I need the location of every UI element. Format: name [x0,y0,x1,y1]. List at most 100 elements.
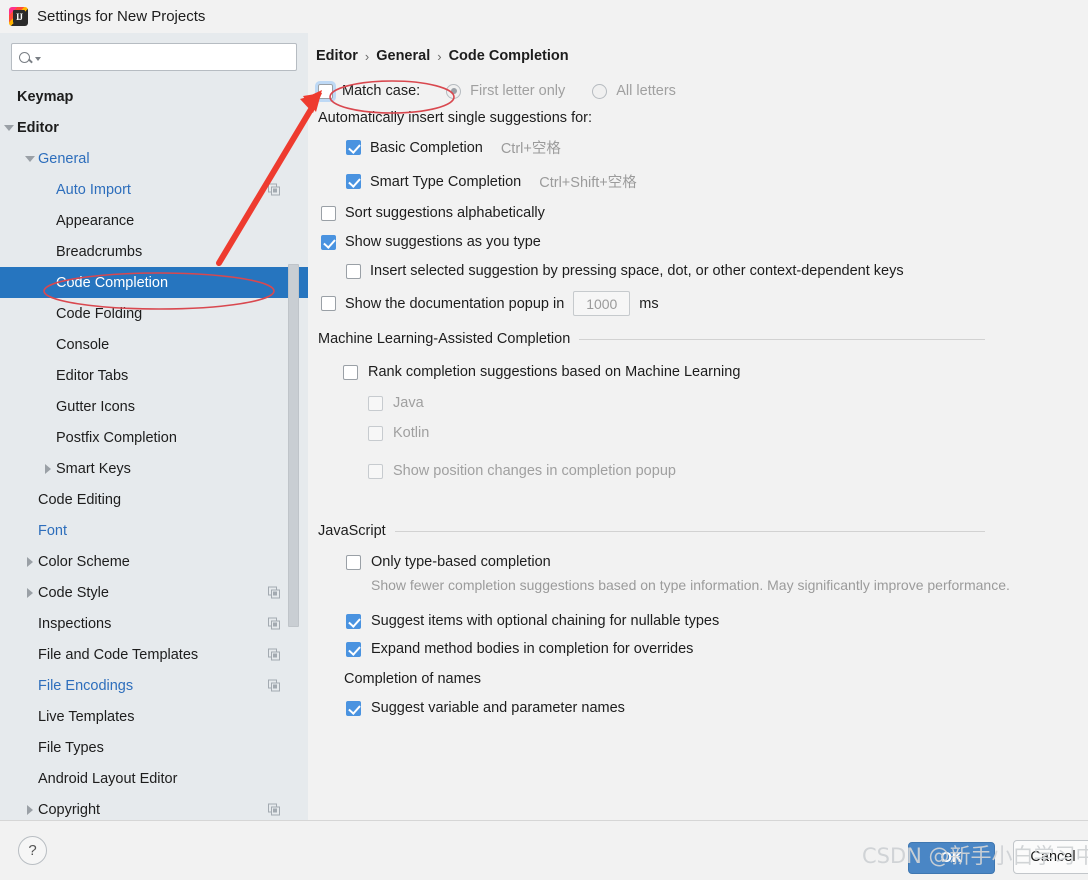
optional-chaining-checkbox[interactable] [346,613,361,629]
window-title: Settings for New Projects [37,8,206,25]
sidebar-item-label: File Encodings [38,677,134,694]
copy-icon[interactable] [268,803,281,816]
sidebar-item-live-templates[interactable]: Live Templates [0,701,308,732]
optional-chaining-label: Suggest items with optional chaining for… [371,613,720,629]
sidebar-item-breadcrumbs[interactable]: Breadcrumbs [0,236,308,267]
chevron-down-icon[interactable] [1,120,17,136]
chevron-down-icon[interactable] [22,151,38,167]
search-box[interactable] [11,43,297,71]
ml-java-checkbox[interactable] [368,395,383,411]
sidebar-item-label: Copyright [38,801,101,818]
sidebar-item-gutter-icons[interactable]: Gutter Icons [0,391,308,422]
copy-icon[interactable] [268,586,281,599]
chevron-down-icon[interactable] [35,56,41,61]
sidebar-item-android-layout-editor[interactable]: Android Layout Editor [0,763,308,794]
suggest-variable-row: Suggest variable and parameter names [346,700,1064,716]
sidebar-item-inspections[interactable]: Inspections [0,608,308,639]
sidebar-item-label: Code Style [38,584,109,601]
match-case-label: Match case: [342,83,421,99]
first-letter-only-radio[interactable] [446,83,462,99]
show-as-you-type-checkbox[interactable] [321,234,336,250]
chevron-right-icon[interactable] [40,461,56,477]
basic-completion-row: Basic Completion Ctrl+空格 [346,137,1064,158]
suggest-variable-label: Suggest variable and parameter names [371,700,625,716]
sort-alphabetically-checkbox[interactable] [321,205,336,221]
copy-icon[interactable] [268,183,281,196]
sidebar-item-keymap[interactable]: Keymap [0,81,308,112]
breadcrumb-item[interactable]: General [376,48,430,64]
sidebar-item-label: General [38,150,90,167]
sidebar-item-editor[interactable]: Editor [0,112,308,143]
doc-popup-delay-input[interactable]: 1000 [573,291,631,316]
smart-type-completion-checkbox[interactable] [346,174,361,189]
ml-kotlin-row: Kotlin [368,425,1064,441]
settings-content-pane: Editor › General › Code Completion Match cas… [308,33,1088,820]
ml-kotlin-checkbox[interactable] [368,425,383,441]
dialog-body: Keymap Editor General Auto Import Appearance… [0,33,1088,820]
copy-icon[interactable] [268,648,281,661]
sidebar-item-general[interactable]: General [0,143,308,174]
chevron-right-icon[interactable] [22,802,38,818]
doc-popup-unit-label: ms [639,295,659,312]
only-type-based-row: Only type-based completion [346,554,1064,570]
only-type-based-checkbox[interactable] [346,554,361,570]
csdn-watermark: CSDN @新手小白学习中 [862,844,1088,868]
insert-selected-checkbox[interactable] [346,263,361,279]
show-as-you-type-label: Show suggestions as you type [345,234,541,250]
sidebar-item-font[interactable]: Font [0,515,308,546]
sidebar-item-file-types[interactable]: File Types [0,732,308,763]
search-input[interactable] [46,44,289,70]
sort-alphabetically-row: Sort suggestions alphabetically [321,205,1064,221]
sidebar-item-file-and-code-templates[interactable]: File and Code Templates [0,639,308,670]
sidebar-item-appearance[interactable]: Appearance [0,205,308,236]
sidebar-item-label: Editor [17,119,59,136]
chevron-right-icon[interactable] [22,585,38,601]
expand-method-label: Expand method bodies in completion for o… [371,641,694,657]
ml-position-changes-row: Show position changes in completion popu… [368,463,1064,479]
basic-completion-checkbox[interactable] [346,140,361,155]
match-case-checkbox[interactable] [315,80,336,102]
expand-method-checkbox[interactable] [346,641,361,657]
sort-alphabetically-label: Sort suggestions alphabetically [345,205,545,221]
copy-icon[interactable] [268,679,281,692]
sidebar-item-auto-import[interactable]: Auto Import [0,174,308,205]
sidebar-item-label: Smart Keys [56,460,131,477]
sidebar-item-color-scheme[interactable]: Color Scheme [0,546,308,577]
sidebar-item-label: Font [38,522,68,539]
sidebar-item-code-editing[interactable]: Code Editing [0,484,308,515]
sidebar-scrollbar-thumb[interactable] [288,264,299,627]
only-type-based-label: Only type-based completion [371,554,551,570]
sidebar-item-label: Appearance [56,212,135,229]
sidebar-item-postfix-completion[interactable]: Postfix Completion [0,422,308,453]
breadcrumb-item[interactable]: Editor [316,48,358,64]
js-section-header: JavaScript [318,523,985,539]
smart-type-completion-row: Smart Type Completion Ctrl+Shift+空格 [346,171,1064,192]
completion-of-names-title: Completion of names [344,671,482,687]
sidebar-item-editor-tabs[interactable]: Editor Tabs [0,360,308,391]
copy-icon[interactable] [268,617,281,630]
sidebar-item-copyright[interactable]: Copyright [0,794,308,820]
sidebar-item-code-completion[interactable]: Code Completion [0,267,308,298]
ml-java-label: Java [393,395,424,411]
sidebar-item-console[interactable]: Console [0,329,308,360]
chevron-right-icon[interactable] [22,554,38,570]
ml-position-changes-checkbox[interactable] [368,463,383,479]
sidebar-item-code-folding[interactable]: Code Folding [0,298,308,329]
sidebar-item-file-encodings[interactable]: File Encodings [0,670,308,701]
sidebar-item-label: Code Folding [56,305,143,322]
all-letters-radio[interactable] [592,83,608,99]
ml-rank-checkbox[interactable] [343,364,358,380]
sidebar-item-code-style[interactable]: Code Style [0,577,308,608]
insert-selected-label: Insert selected suggestion by pressing s… [370,263,904,279]
help-button[interactable]: ? [18,836,47,865]
suggest-variable-checkbox[interactable] [346,700,361,716]
sidebar-item-smart-keys[interactable]: Smart Keys [0,453,308,484]
sidebar-item-label: Code Completion [56,274,169,291]
doc-popup-checkbox[interactable] [321,296,336,311]
